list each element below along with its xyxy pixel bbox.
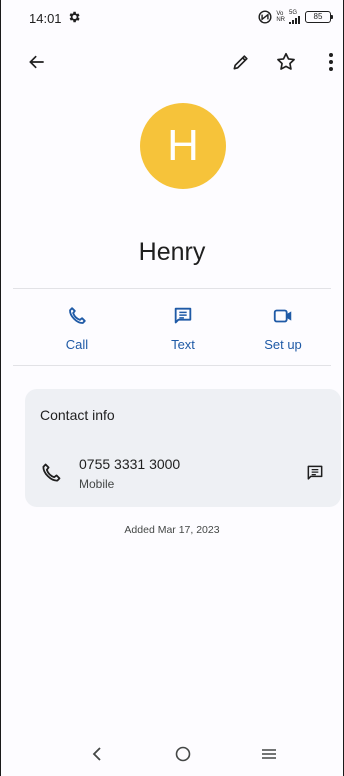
status-bar: 14:01 Vo NR 5G 85 xyxy=(1,0,343,34)
battery-level: 85 xyxy=(313,12,323,21)
contact-info-card: Contact info 0755 3331 3000 Mobile xyxy=(25,389,341,507)
edit-pencil-icon xyxy=(233,55,248,70)
settings-gear-icon xyxy=(69,11,80,23)
nav-recents-button[interactable] xyxy=(255,740,283,768)
edit-button[interactable] xyxy=(229,50,253,74)
status-time: 14:01 xyxy=(29,11,62,26)
back-arrow-icon xyxy=(29,55,44,69)
phone-icon xyxy=(69,307,86,324)
text-action-button[interactable]: Text xyxy=(143,304,223,352)
video-call-icon xyxy=(273,309,292,323)
more-vert-icon xyxy=(329,53,333,71)
message-icon xyxy=(307,465,323,480)
nfc-icon xyxy=(258,10,272,24)
call-action-button[interactable]: Call xyxy=(37,304,117,352)
setup-label: Set up xyxy=(264,337,302,352)
phone-type: Mobile xyxy=(79,477,115,491)
back-button[interactable] xyxy=(25,50,49,74)
phone-number[interactable]: 0755 3331 3000 xyxy=(79,456,180,472)
contact-info-title: Contact info xyxy=(40,407,115,423)
nav-home-button[interactable] xyxy=(169,740,197,768)
contact-detail-screen: 14:01 Vo NR 5G 85 H Henry Call Text Set … xyxy=(0,0,344,776)
video-setup-action-button[interactable]: Set up xyxy=(243,304,323,352)
network-nr-label: NR xyxy=(276,17,285,23)
status-icons: Vo NR 5G 85 xyxy=(258,9,333,25)
message-icon xyxy=(174,307,192,324)
avatar-initial: H xyxy=(167,121,199,170)
nav-recents-icon xyxy=(262,749,276,759)
nav-home-icon xyxy=(175,746,191,762)
text-label: Text xyxy=(171,337,195,352)
divider xyxy=(13,365,331,366)
contact-avatar: H xyxy=(140,103,226,189)
navigation-bar xyxy=(1,732,343,776)
nav-back-icon xyxy=(92,747,101,761)
nav-back-button[interactable] xyxy=(83,740,111,768)
signal-icon xyxy=(289,16,300,24)
more-options-button[interactable] xyxy=(319,50,343,74)
added-date: Added Mar 17, 2023 xyxy=(124,524,220,536)
network-gen: 5G xyxy=(289,10,301,24)
star-outline-icon xyxy=(277,52,295,70)
contact-name: Henry xyxy=(138,238,206,266)
call-label: Call xyxy=(65,337,89,352)
network-label: Vo NR xyxy=(276,11,285,23)
phone-icon xyxy=(42,463,61,482)
favorite-button[interactable] xyxy=(274,50,298,74)
battery-icon: 85 xyxy=(305,11,333,23)
divider xyxy=(13,288,331,289)
send-message-button[interactable] xyxy=(303,461,327,485)
